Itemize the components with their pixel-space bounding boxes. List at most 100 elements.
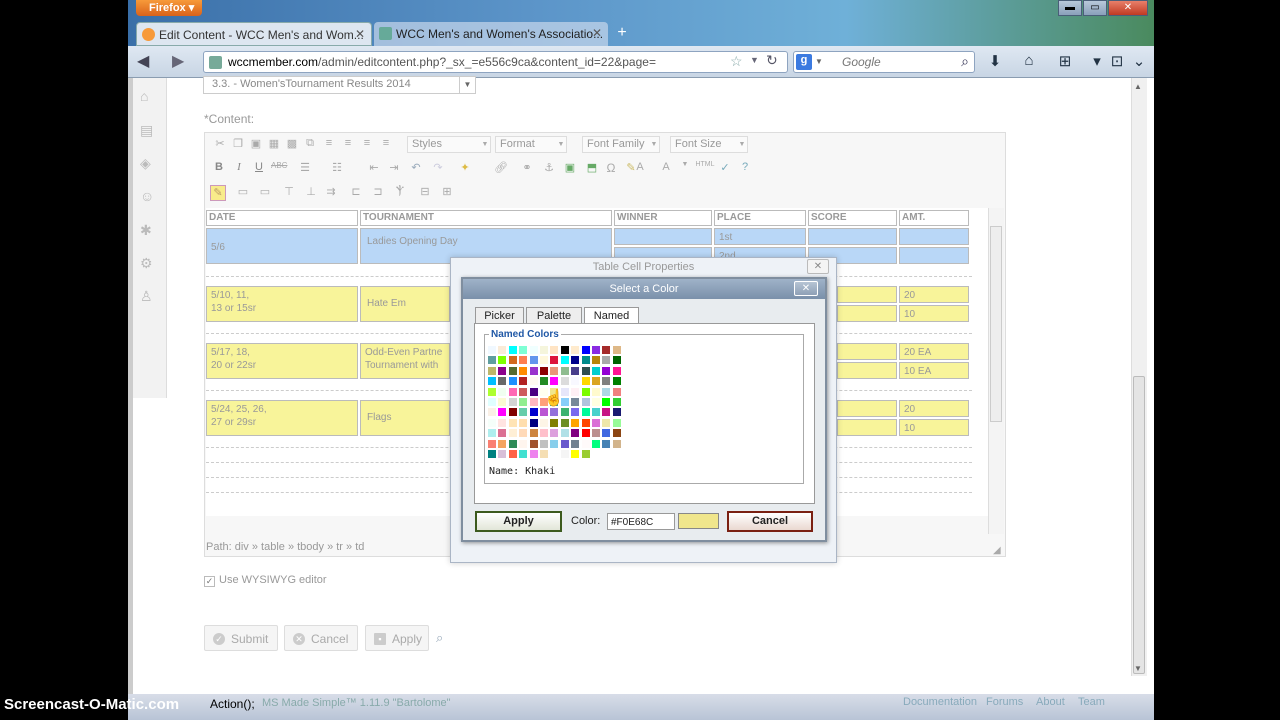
dropdown-arrow-icon[interactable]: ▼ xyxy=(750,55,759,65)
color-swatch[interactable] xyxy=(581,429,590,438)
color-swatch[interactable] xyxy=(612,418,621,427)
split-cells-icon[interactable]: ⊟ xyxy=(417,185,433,201)
color-swatch[interactable] xyxy=(519,439,528,448)
spellcheck-icon[interactable]: ✓ xyxy=(717,161,733,177)
color-swatch[interactable] xyxy=(571,366,580,375)
color-swatch[interactable] xyxy=(488,408,496,417)
color-swatch[interactable] xyxy=(519,408,528,417)
color-swatch[interactable] xyxy=(498,377,507,386)
color-swatch[interactable] xyxy=(550,408,559,417)
table-cell-date[interactable]: 5/17, 18, 20 or 22sr xyxy=(206,343,358,379)
image-icon[interactable]: ▣ xyxy=(562,161,578,177)
color-swatch[interactable] xyxy=(529,356,538,365)
color-swatch[interactable] xyxy=(519,346,528,354)
search-magnifier-icon[interactable]: ⌕ xyxy=(961,53,969,70)
color-swatch[interactable] xyxy=(550,429,559,438)
search-engine-dropdown-icon[interactable]: ▼ xyxy=(815,57,823,66)
undo-icon[interactable]: ↶ xyxy=(408,161,424,177)
table-cell-score[interactable] xyxy=(837,286,897,303)
copy-icon[interactable]: ❐ xyxy=(230,137,246,153)
color-swatch[interactable] xyxy=(498,398,507,406)
color-swatch[interactable] xyxy=(581,377,590,386)
color-swatch[interactable] xyxy=(592,366,600,375)
color-swatch[interactable] xyxy=(540,408,548,417)
extensions-nav-icon[interactable]: ✱ xyxy=(140,222,158,240)
color-swatch[interactable] xyxy=(571,418,580,427)
color-swatch[interactable] xyxy=(602,366,611,375)
color-swatch[interactable] xyxy=(602,429,611,438)
documentation-link[interactable]: Documentation xyxy=(903,696,977,708)
merge-cells-icon[interactable]: ⊞ xyxy=(439,185,455,201)
color-swatch[interactable] xyxy=(592,398,600,406)
color-swatch[interactable] xyxy=(519,377,528,386)
color-swatch[interactable] xyxy=(519,356,528,365)
table-cell-amt[interactable]: 20 xyxy=(899,400,969,417)
submit-button[interactable]: ✓ Submit xyxy=(204,625,278,651)
content-nav-icon[interactable]: ▤ xyxy=(140,122,158,140)
color-swatch[interactable] xyxy=(529,377,538,386)
color-swatch[interactable] xyxy=(488,429,496,438)
color-swatch[interactable] xyxy=(540,429,548,438)
underline-icon[interactable]: U xyxy=(251,161,267,177)
download-icon[interactable]: ⬇ xyxy=(984,52,1006,74)
forums-link[interactable]: Forums xyxy=(986,696,1023,708)
table-cell-score[interactable] xyxy=(837,305,897,322)
color-swatch[interactable] xyxy=(540,418,548,427)
paste-word-icon[interactable]: ▩ xyxy=(284,137,300,153)
table-cell-date[interactable]: 5/24, 25, 26, 27 or 29sr xyxy=(206,400,358,436)
align-justify-icon[interactable]: ≡ xyxy=(378,137,394,153)
color-swatch[interactable] xyxy=(571,346,580,354)
color-swatch[interactable] xyxy=(529,418,538,427)
color-swatch[interactable] xyxy=(529,429,538,438)
html-source-icon[interactable]: HTML xyxy=(695,161,715,177)
color-swatch[interactable] xyxy=(550,356,559,365)
color-swatch[interactable] xyxy=(498,408,507,417)
color-swatch[interactable] xyxy=(581,450,590,458)
scroll-down-icon[interactable]: ▼ xyxy=(1134,664,1142,673)
team-link[interactable]: Team xyxy=(1078,696,1105,708)
table-cell-score[interactable] xyxy=(837,419,897,436)
table-cell-amt[interactable]: 10 xyxy=(899,305,969,322)
color-swatch[interactable] xyxy=(540,450,548,458)
align-left-icon[interactable]: ≡ xyxy=(321,137,337,153)
align-center-icon[interactable]: ≡ xyxy=(340,137,356,153)
color-swatch[interactable] xyxy=(550,418,559,427)
table-cell-date[interactable]: 5/10, 11, 13 or 15sr xyxy=(206,286,358,322)
color-swatch[interactable] xyxy=(498,429,507,438)
google-search-engine-icon[interactable]: g xyxy=(796,54,812,70)
scroll-up-icon[interactable]: ▲ xyxy=(1134,82,1142,91)
addon-icon[interactable]: ▾ xyxy=(1086,52,1108,74)
color-swatch[interactable] xyxy=(560,408,569,417)
format-dropdown[interactable]: Format ▼ xyxy=(495,136,567,153)
unlink-icon[interactable]: ⚭ xyxy=(519,161,535,177)
back-arrow-icon[interactable]: ◀ xyxy=(137,51,159,73)
about-link[interactable]: About xyxy=(1036,696,1065,708)
color-swatch[interactable] xyxy=(519,398,528,406)
color-swatch[interactable] xyxy=(508,356,517,365)
tab-close-icon[interactable]: ✕ xyxy=(592,26,602,40)
color-swatch[interactable] xyxy=(571,377,580,386)
close-icon[interactable]: ✕ xyxy=(794,281,818,296)
color-swatch[interactable] xyxy=(581,398,590,406)
color-swatch[interactable] xyxy=(540,377,548,386)
layout-nav-icon[interactable]: ◈ xyxy=(140,155,158,173)
page-scrollbar-thumb[interactable] xyxy=(1133,376,1145,674)
color-swatch[interactable] xyxy=(592,418,600,427)
color-swatch[interactable] xyxy=(560,450,569,458)
insert-col-before-icon[interactable]: ⊏ xyxy=(348,185,364,201)
tab-wcc-association[interactable]: WCC Men's and Women's Associatio... ✕ xyxy=(374,22,608,46)
color-swatch[interactable] xyxy=(488,387,496,396)
color-swatch[interactable] xyxy=(602,356,611,365)
color-swatch[interactable] xyxy=(488,346,496,354)
table-cell-tournament[interactable]: Flags xyxy=(360,400,450,436)
color-swatch[interactable] xyxy=(560,356,569,365)
color-swatch[interactable] xyxy=(508,398,517,406)
color-swatch[interactable] xyxy=(540,346,548,354)
color-swatch[interactable] xyxy=(498,450,507,458)
color-swatch[interactable] xyxy=(602,387,611,396)
table-cell-amt[interactable]: 10 xyxy=(899,419,969,436)
table-cell-amt[interactable]: 20 xyxy=(899,286,969,303)
reload-icon[interactable]: ↻ xyxy=(766,52,778,69)
color-swatch[interactable] xyxy=(560,429,569,438)
table-cell-score[interactable] xyxy=(837,362,897,379)
